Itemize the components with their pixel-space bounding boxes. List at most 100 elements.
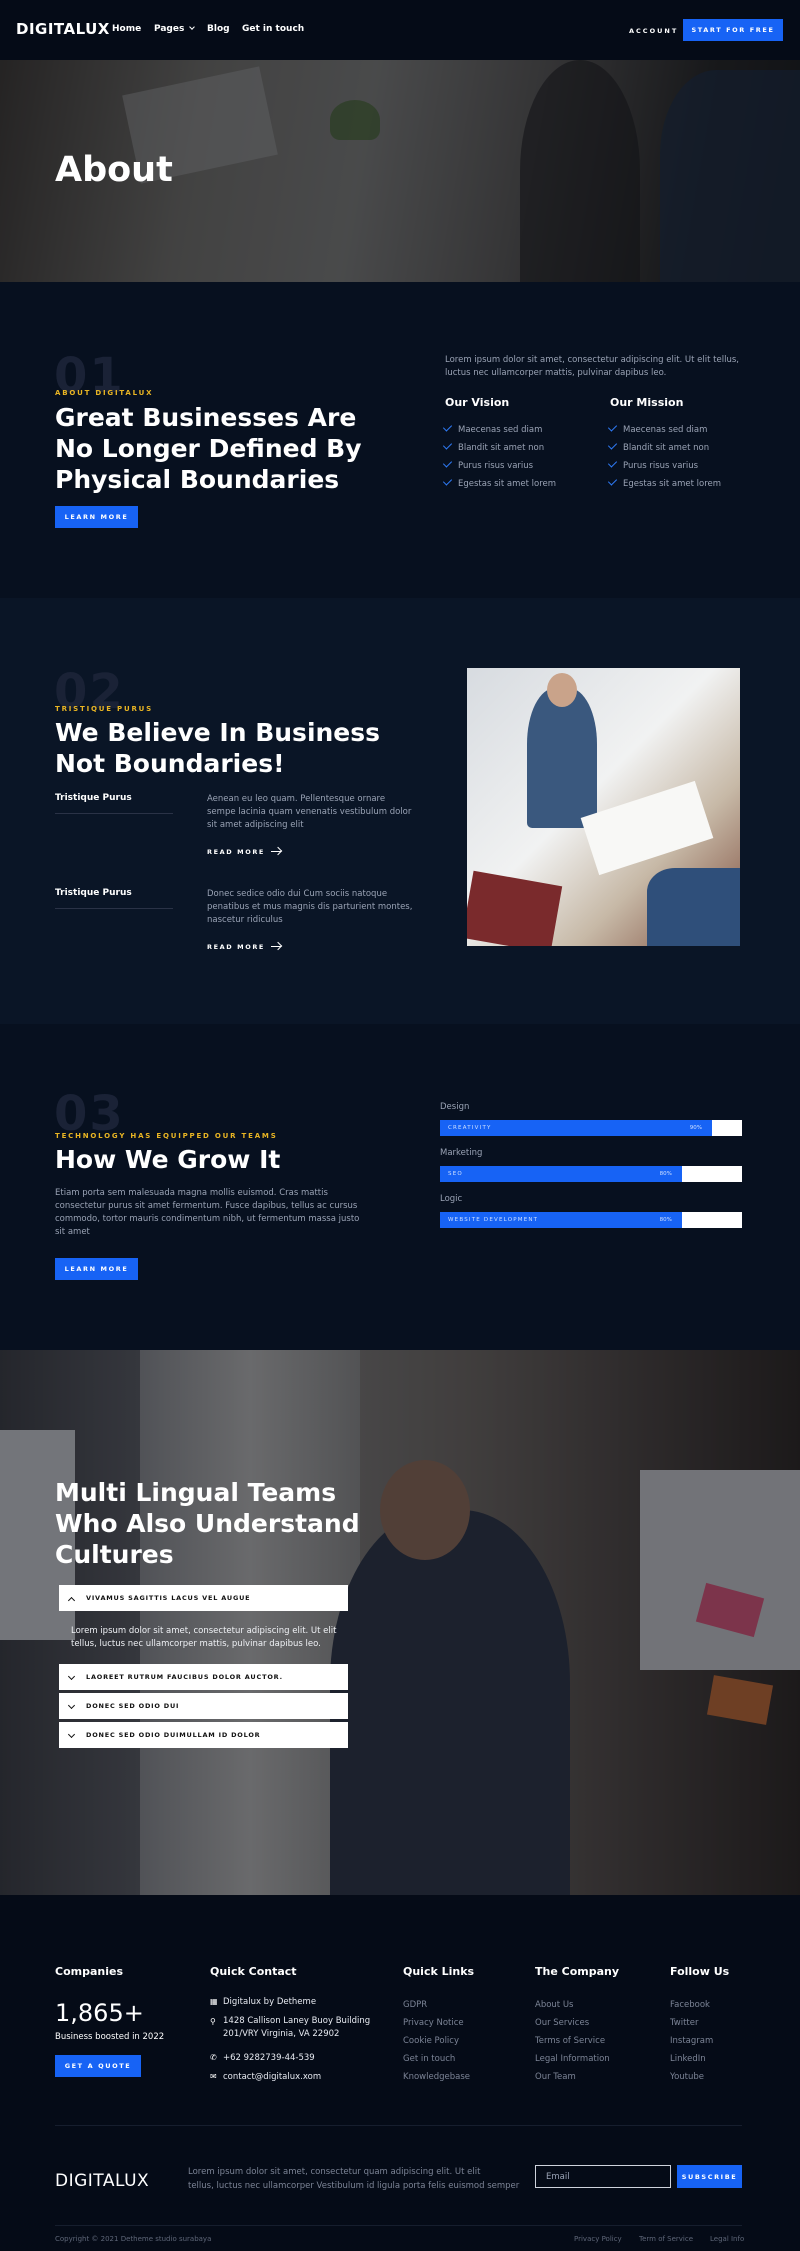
building-icon: ▦ (210, 1997, 218, 2006)
chevron-down-icon (67, 1730, 76, 1738)
read-more-link[interactable]: READ MORE (207, 848, 281, 856)
footer-follow-title: Follow Us (670, 1965, 730, 1978)
believe-eyebrow: TRISTIQUE PURUS (55, 705, 153, 713)
nav-get-in-touch[interactable]: Get in touch (242, 24, 304, 34)
image-paper-shape (580, 780, 714, 876)
check-icon (442, 476, 453, 486)
team-meeting-image (467, 668, 740, 946)
legal-link-legal-info[interactable]: Legal Info (710, 2235, 744, 2243)
check-icon (442, 440, 453, 450)
progress-percent: 80% (659, 1171, 672, 1177)
start-for-free-button[interactable]: START FOR FREE (683, 19, 783, 41)
location-pin-icon: ⚲ (210, 2017, 216, 2026)
footer-link-knowledgebase[interactable]: Knowledgebase (403, 2072, 470, 2082)
footer-link-our-team[interactable]: Our Team (535, 2072, 576, 2082)
believe-item-text: penatibus et mus magnis dis parturient m… (207, 902, 413, 912)
companies-count: 1,865+ (55, 1999, 144, 2027)
accordion-item-open[interactable]: VIVAMUS SAGITTIS LACUS VEL AUGUE (59, 1585, 348, 1611)
footer-link-about-us[interactable]: About Us (535, 2000, 573, 2010)
social-link-facebook[interactable]: Facebook (670, 2000, 710, 2010)
teams-title-line-3: Cultures (55, 1540, 174, 1569)
about-section: 01 ABOUT DIGITALUX Great Businesses Are … (0, 282, 800, 598)
accordion-content-line: Lorem ipsum dolor sit amet, consectetur … (71, 1626, 337, 1636)
progress-percent: 90% (689, 1125, 703, 1131)
footer-companies-title: Companies (55, 1965, 123, 1978)
grow-section: 03 TECHNOLOGY HAS EQUIPPED OUR TEAMS How… (0, 1024, 800, 1350)
social-link-linkedin[interactable]: LinkedIn (670, 2054, 706, 2064)
nav-pages[interactable]: Pages (154, 24, 196, 34)
site-logo[interactable]: DIGITALUX (16, 20, 110, 38)
email-icon: ✉ (210, 2072, 217, 2081)
chevron-down-icon (189, 24, 196, 30)
chevron-down-icon (67, 1701, 76, 1709)
footer-link-get-in-touch[interactable]: Get in touch (403, 2054, 455, 2064)
image-person-shape (527, 688, 597, 828)
about-intro-line-1: Lorem ipsum dolor sit amet, consectetur … (445, 355, 739, 365)
hero-banner: About (0, 60, 800, 282)
footer-link-legal-information[interactable]: Legal Information (535, 2054, 610, 2064)
get-a-quote-button[interactable]: GET A QUOTE (55, 2055, 141, 2077)
grow-learn-more-button[interactable]: LEARN MORE (55, 1258, 138, 1280)
teams-overlay (0, 1350, 800, 1895)
check-icon (607, 476, 618, 486)
subscribe-button[interactable]: SUBSCRIBE (677, 2165, 742, 2188)
newsletter-email-input[interactable] (535, 2165, 671, 2188)
check-icon (607, 440, 618, 450)
nav-blog[interactable]: Blog (207, 24, 230, 34)
vision-item: Purus risus varius (442, 458, 533, 471)
footer-divider (55, 2225, 742, 2226)
footer-link-gdpr[interactable]: GDPR (403, 2000, 427, 2010)
vision-item: Maecenas sed diam (442, 422, 542, 435)
contact-name: Digitalux by Detheme (223, 1997, 317, 2007)
progress-name: WEBSITE DEVELOPMENT (448, 1217, 539, 1223)
contact-address-line: 201/VRY Virginia, VA 22902 (223, 2029, 340, 2039)
social-link-twitter[interactable]: Twitter (670, 2018, 699, 2028)
nav-home[interactable]: Home (112, 24, 141, 34)
footer-link-privacy-notice[interactable]: Privacy Notice (403, 2018, 464, 2028)
image-folder-shape (467, 870, 563, 946)
copyright-text: Copyright © 2021 Detheme studio surabaya (55, 2235, 212, 2243)
grow-eyebrow: TECHNOLOGY HAS EQUIPPED OUR TEAMS (55, 1132, 278, 1140)
believe-item-label: Tristique Purus (55, 793, 132, 803)
divider (55, 813, 173, 814)
accordion-item[interactable]: DONEC SED ODIO DUIMULLAM ID DOLOR (59, 1722, 348, 1748)
site-footer: Companies 1,865+ Business boosted in 202… (0, 1895, 800, 2251)
contact-email[interactable]: contact@digitalux.xom (223, 2071, 321, 2084)
footer-link-cookie-policy[interactable]: Cookie Policy (403, 2036, 459, 2046)
believe-section: 02 TRISTIQUE PURUS We Believe In Busines… (0, 598, 800, 1024)
check-icon (607, 422, 618, 432)
account-link[interactable]: ACCOUNT (629, 27, 678, 35)
progress-name: SEO (448, 1171, 463, 1177)
social-link-instagram[interactable]: Instagram (670, 2036, 713, 2046)
chevron-down-icon (67, 1672, 76, 1680)
believe-item-text: sit amet adipiscing elit (207, 820, 304, 830)
progress-percent: 80% (659, 1217, 672, 1223)
vision-item: Blandit sit amet non (442, 440, 544, 453)
social-link-youtube[interactable]: Youtube (670, 2072, 704, 2082)
progress-label: Logic (440, 1194, 463, 1204)
legal-link-term-of-service[interactable]: Term of Service (639, 2235, 693, 2243)
grow-title: How We Grow It (55, 1145, 281, 1174)
mission-item: Purus risus varius (607, 458, 698, 471)
footer-link-our-services[interactable]: Our Services (535, 2018, 589, 2028)
footer-logo[interactable]: DIGITALUX (55, 2171, 149, 2191)
mission-item: Egestas sit amet lorem (607, 476, 721, 489)
contact-phone[interactable]: +62 9282739-44-539 (223, 2052, 315, 2065)
read-more-link[interactable]: READ MORE (207, 943, 281, 951)
accordion-item[interactable]: LAOREET RUTRUM FAUCIBUS DOLOR AUCTOR. (59, 1664, 348, 1690)
believe-item-text: nascetur ridiculus (207, 915, 283, 925)
about-learn-more-button[interactable]: LEARN MORE (55, 506, 138, 528)
vision-item: Egestas sit amet lorem (442, 476, 556, 489)
nav-pages-label: Pages (154, 24, 185, 34)
progress-label: Design (440, 1102, 470, 1112)
footer-link-terms-of-service[interactable]: Terms of Service (535, 2036, 605, 2046)
grow-text-line: consectetur purus sit amet fermentum. Fu… (55, 1201, 358, 1211)
teams-title-line-1: Multi Lingual Teams (55, 1478, 337, 1507)
legal-link-privacy-policy[interactable]: Privacy Policy (574, 2235, 622, 2243)
accordion-item[interactable]: DONEC SED ODIO DUI (59, 1693, 348, 1719)
about-title-line-1: Great Businesses Are (55, 403, 357, 432)
footer-company-title: The Company (535, 1965, 620, 1978)
about-eyebrow: ABOUT DIGITALUX (55, 389, 154, 397)
progress-fill (440, 1166, 682, 1182)
believe-title-line-1: We Believe In Business (55, 718, 381, 747)
